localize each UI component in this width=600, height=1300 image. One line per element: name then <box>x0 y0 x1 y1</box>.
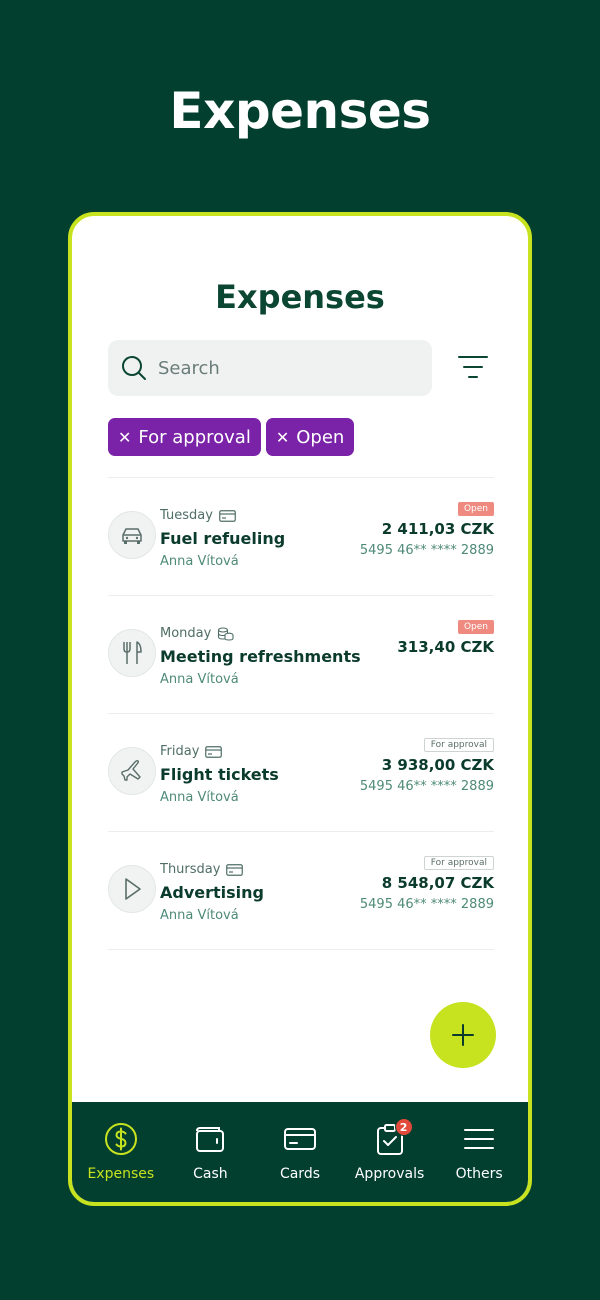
filter-button[interactable] <box>456 352 490 382</box>
expense-row[interactable]: Thursday Advertising Anna Vítová For app… <box>108 832 494 950</box>
chip-label: For approval <box>138 426 251 448</box>
airplane-icon <box>108 747 156 795</box>
expense-row[interactable]: Tuesday Fuel refueling Anna Vítová Open … <box>108 478 494 596</box>
filter-chips: ✕ For approval ✕ Open <box>108 418 355 456</box>
menu-icon <box>464 1129 495 1149</box>
expense-card-number: 5495 46** **** 2889 <box>359 779 494 794</box>
close-icon[interactable]: ✕ <box>276 428 289 447</box>
expense-day: Tuesday <box>160 508 236 523</box>
card-icon <box>283 1128 316 1150</box>
phone-screen: Expenses Search ✕ For approval ✕ Open Tu… <box>68 212 532 1206</box>
play-icon <box>108 865 156 913</box>
card-icon <box>205 745 223 758</box>
hero-title: Expenses <box>169 82 431 140</box>
nav-item-cards[interactable]: Cards <box>257 1102 343 1202</box>
expense-amount: 2 411,03 CZK <box>381 520 494 538</box>
card-icon <box>226 863 244 876</box>
nav-label: Cash <box>193 1166 228 1182</box>
expense-card-number: 5495 46** **** 2889 <box>359 543 494 558</box>
nav-label: Expenses <box>87 1166 155 1182</box>
expense-person: Anna Vítová <box>160 672 239 687</box>
expense-day: Friday <box>160 744 223 759</box>
expense-name: Meeting refreshments <box>160 647 361 666</box>
card-icon <box>219 509 236 522</box>
notification-badge: 2 <box>394 1118 413 1136</box>
expense-day: Thursday <box>160 862 244 877</box>
search-placeholder: Search <box>158 357 220 379</box>
status-badge: Open <box>457 502 494 516</box>
expense-amount: 3 938,00 CZK <box>381 756 494 774</box>
nav-label: Others <box>455 1166 503 1182</box>
expense-person: Anna Vítová <box>160 908 239 923</box>
nav-label: Cards <box>279 1166 320 1182</box>
expense-name: Flight tickets <box>160 765 279 784</box>
search-icon <box>122 356 146 380</box>
expense-card-number: 5495 46** **** 2889 <box>359 897 494 912</box>
expense-row[interactable]: Friday Flight tickets Anna Vítová For ap… <box>108 714 494 832</box>
status-badge: For approval <box>423 738 494 752</box>
car-icon <box>108 511 156 559</box>
expense-day: Monday <box>160 626 234 641</box>
filter-icon <box>458 356 488 378</box>
status-badge: For approval <box>423 856 494 870</box>
coins-icon <box>218 626 234 641</box>
filter-chip-for-approval[interactable]: ✕ For approval <box>108 418 261 456</box>
plus-icon <box>452 1024 474 1046</box>
nav-item-approvals[interactable]: 2 Approvals <box>347 1102 433 1202</box>
close-icon[interactable]: ✕ <box>118 428 131 447</box>
dollar-circle-icon <box>104 1123 137 1155</box>
nav-item-others[interactable]: Others <box>436 1102 522 1202</box>
bottom-nav: Expenses Cash Cards 2 Approvals Others <box>72 1102 528 1202</box>
expense-list: Tuesday Fuel refueling Anna Vítová Open … <box>108 477 494 950</box>
expense-person: Anna Vítová <box>160 790 239 805</box>
page-title: Expenses <box>215 278 385 316</box>
expense-row[interactable]: Monday Meeting refreshments Anna Vítová … <box>108 596 494 714</box>
status-badge: Open <box>457 620 494 634</box>
expense-amount: 313,40 CZK <box>397 638 494 656</box>
cutlery-icon <box>108 629 156 677</box>
search-input[interactable]: Search <box>108 340 432 396</box>
expense-name: Advertising <box>160 883 264 902</box>
add-expense-button[interactable] <box>430 1002 496 1068</box>
filter-chip-open[interactable]: ✕ Open <box>265 418 355 456</box>
chip-label: Open <box>296 426 345 448</box>
nav-label: Approvals <box>354 1166 425 1182</box>
nav-item-expenses[interactable]: Expenses <box>78 1102 164 1202</box>
expense-name: Fuel refueling <box>160 529 286 548</box>
nav-item-cash[interactable]: Cash <box>167 1102 253 1202</box>
wallet-icon <box>196 1127 225 1152</box>
expense-person: Anna Vítová <box>160 554 239 569</box>
expense-amount: 8 548,07 CZK <box>381 874 494 892</box>
